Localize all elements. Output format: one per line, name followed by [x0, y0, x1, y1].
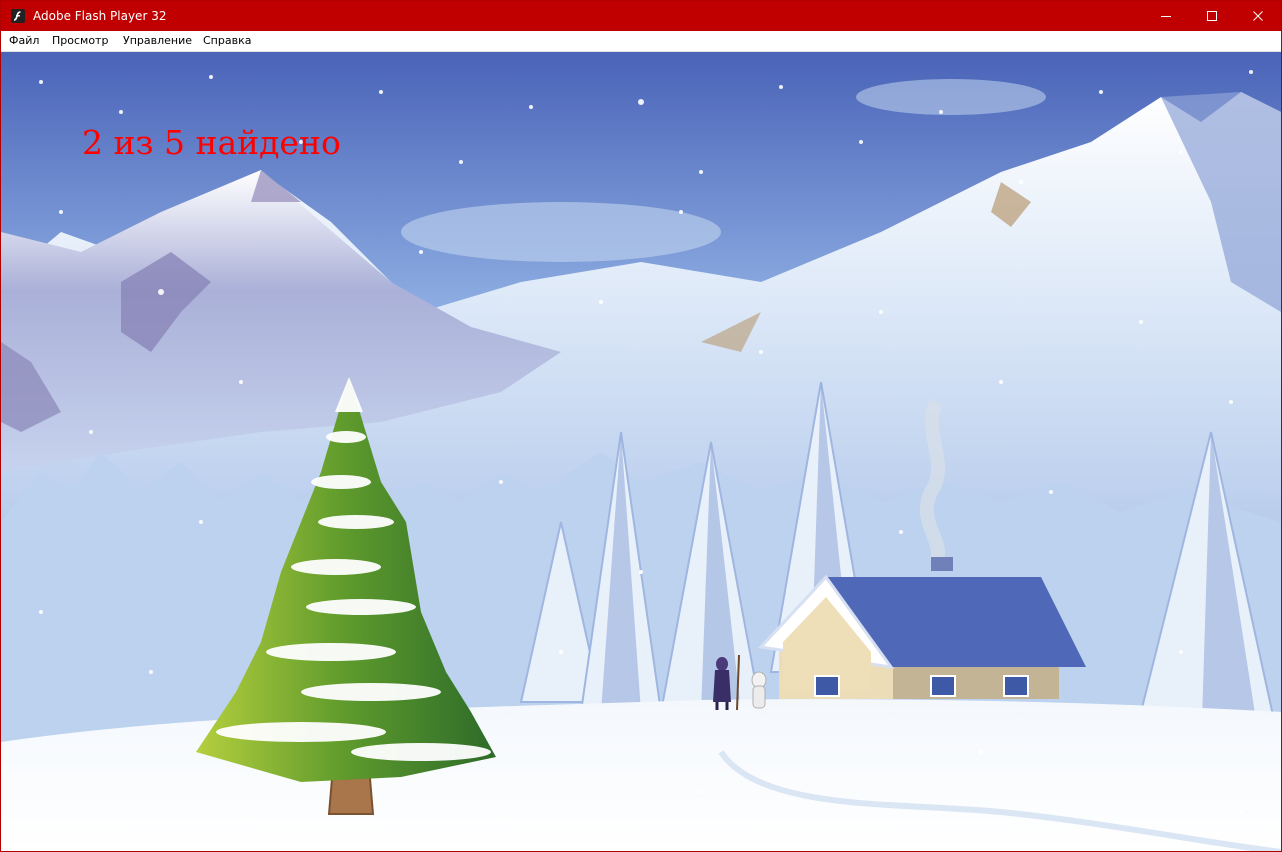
game-stage[interactable]: 2 из 5 найдено	[1, 52, 1281, 851]
menu-file[interactable]: Файл	[9, 34, 39, 48]
maximize-button[interactable]	[1189, 1, 1235, 31]
flash-player-icon	[11, 9, 25, 23]
maximize-icon	[1207, 11, 1217, 21]
minimize-button[interactable]	[1143, 1, 1189, 31]
window-title: Adobe Flash Player 32	[33, 9, 167, 23]
close-button[interactable]	[1235, 1, 1281, 31]
menu-bar: Файл Просмотр Управление Справка	[1, 31, 1281, 52]
winter-scene	[1, 52, 1281, 851]
minimize-icon	[1161, 16, 1171, 17]
close-icon	[1253, 11, 1263, 21]
flash-player-window: Adobe Flash Player 32 Файл Просмотр Упра…	[0, 0, 1282, 852]
title-bar[interactable]: Adobe Flash Player 32	[1, 1, 1281, 31]
menu-help[interactable]: Справка	[203, 34, 251, 48]
found-counter: 2 из 5 найдено	[82, 123, 341, 162]
menu-control[interactable]: Управление	[123, 34, 192, 48]
menu-view[interactable]: Просмотр	[52, 34, 108, 48]
